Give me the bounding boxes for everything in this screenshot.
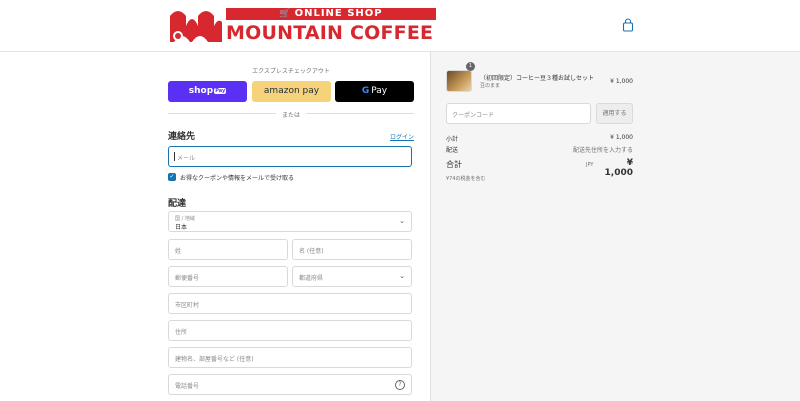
total-label: 合計 [446, 160, 462, 169]
country-select[interactable]: 国 / 地域 日本 ⌄ [168, 211, 412, 232]
country-label: 国 / 地域 [175, 216, 195, 222]
delivery-section-title: 配達 [168, 199, 187, 209]
first-name-placeholder: 名 (任意) [299, 248, 324, 255]
shopping-bag-icon[interactable] [622, 18, 634, 32]
google-pay-text: Pay [371, 86, 388, 96]
online-shop-banner: 🛒 ONLINE SHOP [226, 8, 436, 20]
newsletter-label: お得なクーポンや情報をメールで受け取る [180, 175, 295, 182]
login-link[interactable]: ログイン [390, 132, 414, 141]
contact-section-title: 連絡先 [168, 132, 196, 142]
shipping-label: 配送 [446, 147, 459, 154]
postal-code-placeholder: 郵便番号 [175, 275, 200, 282]
address2-field[interactable]: 建物名、部屋番号など (任意) [168, 347, 412, 368]
text-caret [174, 152, 175, 161]
brand-name: MOUNTAIN COFFEE [226, 22, 434, 44]
shop-pay-tag: Pay [214, 87, 227, 94]
prefecture-select[interactable]: 都道府県 ⌄ [292, 266, 412, 287]
phone-placeholder: 電話番号 [175, 383, 200, 390]
google-g-icon: G [361, 86, 370, 96]
shop-pay-text: shop [188, 86, 214, 96]
product-price: ¥ 1,000 [610, 78, 633, 85]
cart-icon: 🛒 [279, 9, 292, 19]
country-value: 日本 [175, 224, 188, 231]
subtotal-label: 小計 [446, 136, 459, 143]
phone-field[interactable]: 電話番号 ? [168, 374, 412, 395]
product-image [446, 70, 472, 92]
quantity-badge: 1 [466, 62, 475, 71]
postal-code-field[interactable]: 郵便番号 [168, 266, 288, 287]
address-placeholder: 住所 [175, 329, 188, 336]
tax-note: ¥74の税金を含む [446, 176, 486, 182]
check-icon: ✓ [169, 173, 175, 180]
site-header: 🛒 ONLINE SHOP MOUNTAIN COFFEE [0, 0, 800, 52]
product-variant: 豆のまま [480, 83, 501, 89]
last-name-field[interactable]: 姓 [168, 239, 288, 260]
prefecture-placeholder: 都道府県 [299, 275, 324, 282]
product-name: （初回限定）コーヒー豆３種お試しセット [480, 75, 595, 82]
mountain-logo-icon [170, 11, 222, 42]
shipping-value: 配送先住所を入力する [572, 147, 633, 154]
banner-text: ONLINE SHOP [294, 8, 383, 19]
email-placeholder: メール [177, 155, 196, 162]
coupon-input[interactable]: クーポンコード [446, 103, 591, 124]
amazon-pay-button[interactable]: amazon pay [252, 81, 331, 102]
chevron-down-icon: ⌄ [399, 272, 405, 280]
help-circle-icon[interactable]: ? [395, 380, 405, 390]
last-name-placeholder: 姓 [175, 248, 182, 255]
or-divider-text: または [281, 112, 300, 119]
newsletter-checkbox[interactable]: ✓ [168, 173, 176, 181]
shop-pay-button[interactable]: shop Pay [168, 81, 247, 102]
apply-coupon-button[interactable]: 適用する [596, 103, 633, 124]
total-value: ¥ 1,000 [604, 158, 633, 178]
google-pay-button[interactable]: G Pay [335, 81, 414, 102]
address2-placeholder: 建物名、部屋番号など (任意) [175, 356, 254, 363]
coupon-placeholder: クーポンコード [452, 112, 495, 119]
amazon-pay-text: amazon pay [263, 86, 320, 96]
city-field[interactable]: 市区町村 [168, 293, 412, 314]
express-checkout-label: エクスプレスチェックアウト [252, 68, 330, 75]
total-currency: JPY [586, 162, 594, 168]
city-placeholder: 市区町村 [175, 302, 200, 309]
brand-logo[interactable]: 🛒 ONLINE SHOP MOUNTAIN COFFEE [168, 6, 438, 44]
subtotal-value: ¥ 1,000 [610, 134, 633, 141]
address-field[interactable]: 住所 [168, 320, 412, 341]
chevron-down-icon: ⌄ [399, 217, 405, 225]
email-field[interactable]: メール [168, 146, 412, 167]
first-name-field[interactable]: 名 (任意) [292, 239, 412, 260]
